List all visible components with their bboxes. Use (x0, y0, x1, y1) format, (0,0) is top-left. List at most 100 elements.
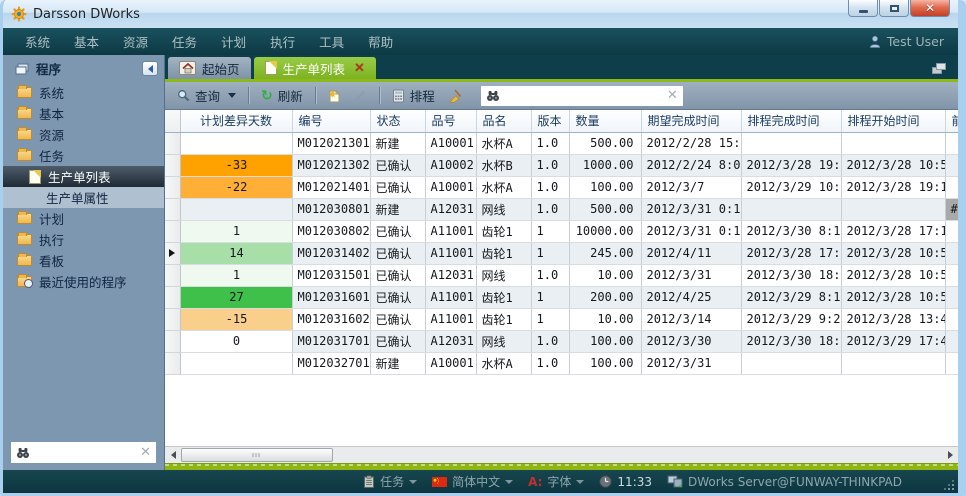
cell-expected_finish[interactable]: 2012/3/31 (641, 352, 741, 374)
row-selector-marker[interactable] (165, 242, 180, 264)
cell-sched_finish[interactable]: 2012/3/30 18:00 (741, 330, 841, 352)
cell-item_no[interactable]: A10001 (425, 132, 476, 154)
cell-qty[interactable]: 200.00 (569, 286, 641, 308)
column-header-item_name[interactable]: 品名 (476, 110, 531, 132)
cell-diff[interactable] (180, 198, 292, 220)
cell-version[interactable]: 1 (531, 242, 569, 264)
cell-diff[interactable] (180, 352, 292, 374)
cell-sched_start[interactable]: 2012/3/28 17:13 (841, 220, 945, 242)
cell-item_name[interactable]: 网线 (476, 264, 531, 286)
query-button[interactable]: 查询 (172, 84, 241, 107)
tab-production-order-list[interactable]: 生产单列表 ✕ (254, 57, 376, 79)
cell-qty[interactable]: 100.00 (569, 330, 641, 352)
sidebar-collapse-button[interactable] (142, 61, 158, 76)
grid-row-M012031601[interactable]: 27M012031601已确认A11001齿轮11200.002012/4/25… (165, 286, 958, 308)
edit-button[interactable] (349, 87, 372, 104)
grid-row-M012031701[interactable]: 0M012031701已确认A12031网线1.0100.002012/3/30… (165, 330, 958, 352)
scroll-left-arrow[interactable] (165, 447, 181, 463)
menu-item-system[interactable]: 系统 (13, 28, 62, 55)
cell-qty[interactable]: 10.00 (569, 264, 641, 286)
cell-status[interactable]: 已确认 (370, 220, 425, 242)
grid-row-M012021302[interactable]: -33M012021302已确认A10002水杯B1.01000.002012/… (165, 154, 958, 176)
sidebar-item-kanban[interactable]: 看板 (3, 250, 164, 271)
cell-status[interactable]: 已确认 (370, 286, 425, 308)
column-header-version[interactable]: 版本 (531, 110, 569, 132)
column-header-expected_finish[interactable]: 期望完成时间 (641, 110, 741, 132)
refresh-button[interactable]: ↻ 刷新 (256, 84, 308, 107)
sidebar-item-execute[interactable]: 执行 (3, 229, 164, 250)
cell-sched_finish[interactable]: 2012/3/29 9:20 (741, 308, 841, 330)
cell-extra[interactable] (945, 242, 958, 264)
cell-code[interactable]: M012031601 (292, 286, 370, 308)
row-selector[interactable] (165, 264, 180, 286)
column-header-sched_start[interactable]: 排程开始时间 (841, 110, 945, 132)
cell-version[interactable]: 1.0 (531, 154, 569, 176)
cell-sched_start[interactable]: 2012/3/28 10:52 (841, 264, 945, 286)
cell-version[interactable]: 1.0 (531, 132, 569, 154)
sidebar-item-resource[interactable]: 资源 (3, 124, 164, 145)
cell-expected_finish[interactable]: 2012/2/28 15:00 (641, 132, 741, 154)
cell-item_name[interactable]: 水杯B (476, 154, 531, 176)
tab-home[interactable]: 起始页 (168, 57, 251, 79)
cell-extra[interactable] (945, 308, 958, 330)
cell-status[interactable]: 新建 (370, 352, 425, 374)
cell-item_name[interactable]: 水杯A (476, 352, 531, 374)
cell-item_no[interactable]: A11001 (425, 286, 476, 308)
cell-expected_finish[interactable]: 2012/4/11 (641, 242, 741, 264)
new-button[interactable] (323, 87, 346, 105)
cell-item_name[interactable]: 齿轮1 (476, 220, 531, 242)
cell-item_name[interactable]: 水杯A (476, 176, 531, 198)
cell-item_no[interactable]: A10001 (425, 352, 476, 374)
grid-corner-header[interactable] (165, 110, 180, 132)
cell-version[interactable]: 1.0 (531, 330, 569, 352)
cell-version[interactable]: 1 (531, 220, 569, 242)
cell-expected_finish[interactable]: 2012/3/31 0:10 (641, 198, 741, 220)
scrollbar-thumb[interactable] (181, 448, 333, 462)
cell-item_no[interactable]: A12031 (425, 330, 476, 352)
cell-extra[interactable] (945, 176, 958, 198)
cell-item_no[interactable]: A11001 (425, 220, 476, 242)
menu-item-execute[interactable]: 执行 (258, 28, 307, 55)
cell-extra[interactable]: # (945, 198, 958, 220)
cell-qty[interactable]: 245.00 (569, 242, 641, 264)
cell-sched_start[interactable]: 2012/3/28 10:52 (841, 154, 945, 176)
grid-row-M012021401[interactable]: -22M012021401已确认A10001水杯A1.0100.002012/3… (165, 176, 958, 198)
grid-row-M012031501[interactable]: 1M012031501已确认A12031网线1.010.002012/3/312… (165, 264, 958, 286)
grid-row-M012021301[interactable]: M012021301新建A10001水杯A1.0500.002012/2/28 … (165, 132, 958, 154)
column-header-item_no[interactable]: 品号 (425, 110, 476, 132)
cell-sched_finish[interactable] (741, 132, 841, 154)
cell-version[interactable]: 1.0 (531, 198, 569, 220)
sidebar-item-production-order-props[interactable]: 生产单属性 (3, 187, 164, 208)
sidebar-item-basic[interactable]: 基本 (3, 103, 164, 124)
cell-sched_start[interactable]: 2012/3/28 13:40 (841, 308, 945, 330)
cell-status[interactable]: 已确认 (370, 154, 425, 176)
clean-button[interactable] (443, 87, 468, 105)
cell-status[interactable]: 新建 (370, 198, 425, 220)
cell-status[interactable]: 已确认 (370, 242, 425, 264)
cell-item_name[interactable]: 齿轮1 (476, 308, 531, 330)
grid-row-M012030802[interactable]: 1M012030802已确认A11001齿轮1110000.002012/3/3… (165, 220, 958, 242)
cell-diff[interactable]: 1 (180, 220, 292, 242)
column-header-status[interactable]: 状态 (370, 110, 425, 132)
cell-code[interactable]: M012032701 (292, 352, 370, 374)
cell-code[interactable]: M012031602 (292, 308, 370, 330)
grid-row-M012030801[interactable]: M012030801新建A12031网线1.0500.002012/3/31 0… (165, 198, 958, 220)
cell-version[interactable]: 1.0 (531, 264, 569, 286)
cell-sched_start[interactable] (841, 132, 945, 154)
row-selector[interactable] (165, 132, 180, 154)
column-header-sched_finish[interactable]: 排程完成时间 (741, 110, 841, 132)
task-dropdown[interactable]: 任务 (363, 473, 417, 490)
column-header-extra[interactable]: 前 (945, 110, 958, 132)
maximize-button[interactable] (879, 0, 909, 17)
cell-qty[interactable]: 10000.00 (569, 220, 641, 242)
cell-extra[interactable] (945, 154, 958, 176)
cell-diff[interactable]: 0 (180, 330, 292, 352)
cell-expected_finish[interactable]: 2012/3/31 (641, 264, 741, 286)
cell-item_name[interactable]: 水杯A (476, 132, 531, 154)
minimize-button[interactable] (848, 0, 878, 17)
cell-status[interactable]: 已确认 (370, 264, 425, 286)
cell-diff[interactable]: -22 (180, 176, 292, 198)
cell-version[interactable]: 1.0 (531, 176, 569, 198)
cell-code[interactable]: M012021302 (292, 154, 370, 176)
cell-version[interactable]: 1 (531, 308, 569, 330)
